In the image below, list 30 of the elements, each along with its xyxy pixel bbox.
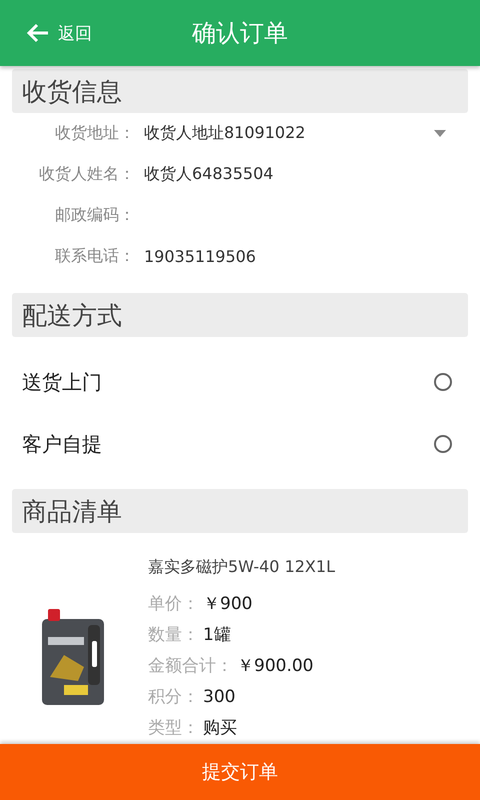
page-title: 确认订单 — [192, 18, 288, 49]
submit-order-button[interactable]: 提交订单 — [0, 744, 480, 800]
section-header: 配送方式 — [12, 293, 468, 337]
detail-value: 购买 — [203, 717, 237, 739]
detail-label: 金额合计： — [148, 655, 233, 677]
detail-label: 类型： — [148, 717, 199, 739]
detail-label: 单价： — [148, 593, 199, 615]
detail-value: 300 — [203, 686, 236, 706]
field-value: 收货人64835504 — [144, 164, 274, 185]
detail-label: 数量： — [148, 624, 199, 646]
dropdown-caret-icon[interactable] — [434, 130, 446, 137]
option-label: 送货上门 — [22, 368, 102, 396]
field-label: 收货地址： — [54, 123, 135, 144]
section-header: 收货信息 — [12, 69, 468, 113]
back-arrow-icon — [26, 22, 50, 44]
detail-value: ￥900.00 — [237, 655, 314, 677]
field-value: 收货人地址81091022 — [144, 123, 306, 144]
section-header: 商品清单 — [12, 489, 468, 533]
detail-label: 积分： — [148, 686, 199, 708]
field-value: 19035119506 — [144, 247, 256, 266]
product-name: 嘉实多磁护5W-40 12X1L — [148, 557, 335, 578]
option-label: 客户自提 — [22, 430, 102, 458]
radio-button[interactable] — [434, 435, 452, 453]
field-label: 邮政编码： — [54, 205, 135, 226]
field-label: 联系电话： — [54, 246, 135, 267]
back-button[interactable]: 返回 — [26, 22, 92, 44]
radio-button[interactable] — [434, 373, 452, 391]
detail-value: 1罐 — [203, 624, 231, 646]
detail-value: ￥900 — [203, 593, 252, 615]
field-label: 收货人姓名： — [38, 164, 135, 185]
